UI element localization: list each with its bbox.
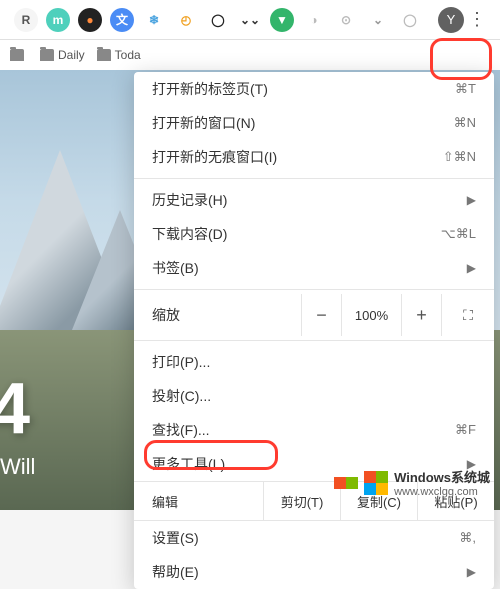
bookmark-folder[interactable]: Toda — [97, 48, 141, 62]
translate-icon[interactable]: 文 — [110, 8, 134, 32]
menu-downloads[interactable]: 下载内容(D)⌥⌘L — [134, 217, 494, 251]
shield-icon[interactable]: ▼ — [270, 8, 294, 32]
menu-separator — [134, 289, 494, 290]
grey3-icon[interactable]: ◯ — [398, 8, 422, 32]
chevron-right-icon: ▶ — [467, 193, 476, 207]
folder-icon — [10, 49, 24, 61]
compass-icon[interactable]: ◴ — [174, 8, 198, 32]
bookmark-bar: Daily Toda — [0, 40, 500, 70]
chevron-right-icon: ▶ — [467, 565, 476, 579]
bookmark-folder[interactable] — [10, 49, 28, 61]
menu-settings[interactable]: 设置(S)⌘, — [134, 521, 494, 555]
menu-print[interactable]: 打印(P)... — [134, 345, 494, 379]
shortcut-label: ⌘N — [454, 115, 476, 131]
chevrons-icon[interactable]: ⌄⌄ — [238, 8, 262, 32]
watermark: Windows系统城 www.wxclgg.com — [334, 467, 490, 498]
extensions-toolbar: Rm ● 文 ❄ ◴ ◯ ⌄⌄ ▼ ◑ ⊙ ⌄ ◯ Y ⋮ — [0, 0, 500, 40]
zoom-label: 缩放 — [152, 305, 301, 325]
hero-number: 4 — [0, 368, 30, 450]
zoom-in-button[interactable]: + — [402, 294, 442, 336]
profile-avatar[interactable]: Y — [438, 7, 464, 33]
zoom-out-button[interactable]: − — [302, 294, 342, 336]
chevron-right-icon: ▶ — [467, 261, 476, 275]
menu-new-tab[interactable]: 打开新的标签页(T)⌘T — [134, 72, 494, 106]
menu-cast[interactable]: 投射(C)... — [134, 379, 494, 413]
windows-logo-icon — [364, 471, 388, 495]
mint-icon[interactable]: m — [46, 8, 70, 32]
dark-icon[interactable]: ● — [78, 8, 102, 32]
watermark-url: www.wxclgg.com — [394, 486, 490, 498]
watermark-brand: Windows系统城 — [394, 470, 490, 485]
shortcut-label: ⌘T — [455, 81, 476, 97]
menu-zoom-row: 缩放 − 100% + ⛶ — [134, 294, 494, 336]
shortcut-label: ⌘, — [459, 530, 476, 546]
windows-logo-icon — [334, 477, 358, 489]
bookmark-folder[interactable]: Daily — [40, 48, 85, 62]
shortcut-label: ⌘F — [455, 422, 476, 438]
cut-button[interactable]: 剪切(T) — [264, 482, 341, 520]
menu-separator — [134, 340, 494, 341]
pocket-icon[interactable]: ⌄ — [366, 8, 390, 32]
menu-help[interactable]: 帮助(E)▶ — [134, 555, 494, 589]
menu-bookmarks[interactable]: 书签(B)▶ — [134, 251, 494, 285]
grey2-icon[interactable]: ⊙ — [334, 8, 358, 32]
menu-find[interactable]: 查找(F)...⌘F — [134, 413, 494, 447]
menu-history[interactable]: 历史记录(H)▶ — [134, 183, 494, 217]
menu-new-window[interactable]: 打开新的窗口(N)⌘N — [134, 106, 494, 140]
grey1-icon[interactable]: ◑ — [302, 8, 326, 32]
shortcut-label: ⌥⌘L — [441, 226, 476, 242]
menu-separator — [134, 178, 494, 179]
folder-icon — [97, 49, 111, 61]
hero-subtitle: Will — [0, 454, 35, 480]
fullscreen-button[interactable]: ⛶ — [442, 294, 494, 336]
circle-icon[interactable]: ◯ — [206, 8, 230, 32]
shortcut-label: ⇧⌘N — [443, 149, 476, 165]
chrome-menu-button[interactable]: ⋮ — [464, 7, 490, 33]
chrome-main-menu: 打开新的标签页(T)⌘T 打开新的窗口(N)⌘N 打开新的无痕窗口(I)⇧⌘N … — [134, 72, 494, 589]
folder-icon — [40, 49, 54, 61]
snowflake-icon[interactable]: ❄ — [142, 8, 166, 32]
readability-icon[interactable]: R — [14, 8, 38, 32]
menu-incognito[interactable]: 打开新的无痕窗口(I)⇧⌘N — [134, 140, 494, 174]
zoom-value: 100% — [342, 294, 402, 336]
edit-label: 编辑 — [134, 482, 264, 520]
